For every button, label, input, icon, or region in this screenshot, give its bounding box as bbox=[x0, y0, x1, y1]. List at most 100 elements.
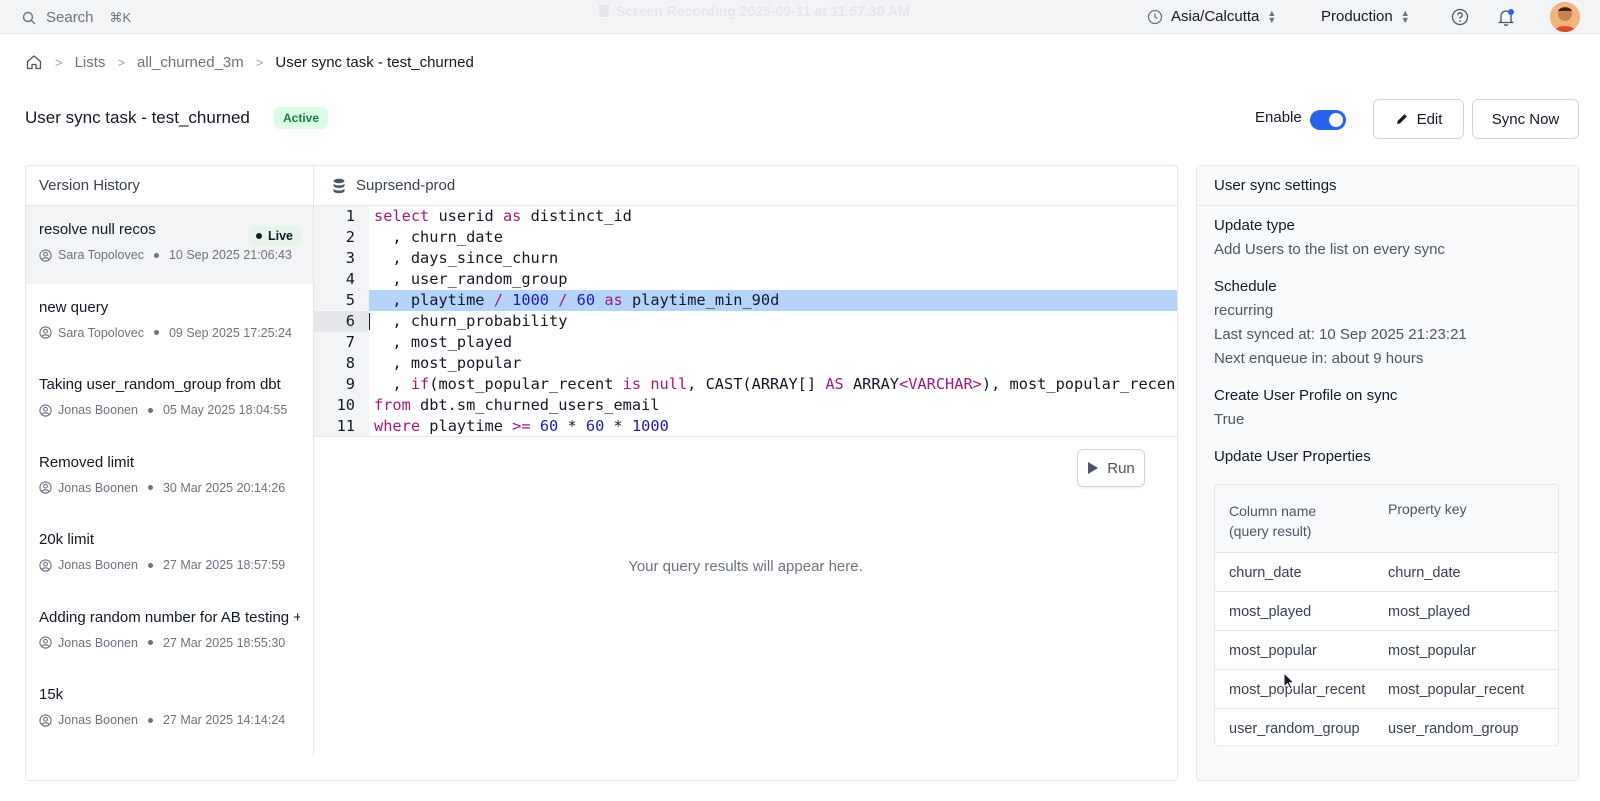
live-badge: Live bbox=[247, 226, 301, 246]
settings-title: User sync settings bbox=[1197, 166, 1578, 206]
timezone-selector[interactable]: Asia/Calcutta ▲ ▼ bbox=[1147, 8, 1276, 25]
notification-bell-icon[interactable] bbox=[1497, 8, 1515, 31]
code-text: , if(most_popular_recent is null, CAST(A… bbox=[374, 375, 1176, 393]
key-cell: most_popular bbox=[1388, 643, 1476, 659]
user-circle-icon bbox=[39, 326, 52, 339]
breadcrumb-lists[interactable]: Lists bbox=[75, 54, 106, 71]
version-author: Jonas Boonen bbox=[58, 480, 138, 495]
run-query-button[interactable]: Run bbox=[1077, 449, 1145, 487]
mouse-pointer-icon bbox=[1283, 672, 1295, 690]
sync-now-label: Sync Now bbox=[1491, 110, 1560, 128]
version-meta: Jonas Boonen 27 Mar 2025 18:57:59 bbox=[39, 558, 300, 572]
code-text: , user_random_group bbox=[374, 270, 568, 288]
version-date: 27 Mar 2025 18:57:59 bbox=[162, 558, 286, 572]
update-type-label: Update type bbox=[1214, 217, 1295, 234]
chevron-updown-icon: ▲ ▼ bbox=[1400, 7, 1410, 25]
version-name: new query bbox=[39, 298, 109, 316]
version-history-title: Version History bbox=[26, 166, 313, 206]
code-text: where playtime >= 60 * 60 * 1000 bbox=[374, 417, 669, 435]
code-line: 1 select userid as distinct_id bbox=[314, 206, 1177, 227]
live-dot-icon bbox=[255, 233, 262, 239]
version-meta: Jonas Boonen 27 Mar 2025 14:14:24 bbox=[39, 713, 300, 727]
enable-label: Enable bbox=[1255, 109, 1302, 126]
line-number: 5 bbox=[314, 290, 369, 311]
version-history: Version History resolve null recos Live … bbox=[26, 166, 314, 756]
table-row: most_played most_played bbox=[1215, 592, 1558, 631]
version-name: Adding random number for AB testing + bbox=[39, 608, 300, 626]
help-icon[interactable] bbox=[1451, 8, 1469, 31]
version-item[interactable]: Taking user_random_group from dbt Jonas … bbox=[26, 361, 313, 439]
version-meta: Jonas Boonen 30 Mar 2025 20:14:26 bbox=[39, 481, 300, 495]
column-cell: most_popular_recent bbox=[1229, 682, 1366, 698]
line-number: 8 bbox=[314, 353, 369, 374]
status-badge: Active bbox=[274, 107, 329, 129]
code-line: 4 , user_random_group bbox=[314, 269, 1177, 290]
version-meta: Sara Topolovec 10 Sep 2025 21:06:43 bbox=[39, 248, 300, 262]
version-item[interactable]: 20k limit Jonas Boonen 27 Mar 2025 18:57… bbox=[26, 516, 313, 594]
key-cell: churn_date bbox=[1388, 565, 1461, 581]
pencil-icon bbox=[1396, 114, 1407, 124]
toggle-knob bbox=[1329, 113, 1343, 127]
version-item[interactable]: 15k Jonas Boonen 27 Mar 2025 14:14:24 bbox=[26, 671, 313, 749]
separator-dot bbox=[153, 330, 159, 335]
search-icon bbox=[22, 11, 36, 24]
update-properties-label: Update User Properties bbox=[1214, 448, 1371, 465]
user-circle-icon bbox=[39, 403, 52, 417]
code-line: 9 , if(most_popular_recent is null, CAST… bbox=[314, 374, 1177, 395]
version-item[interactable]: resolve null recos Live Sara Topolovec 1… bbox=[26, 206, 313, 284]
chevron-right-icon: > bbox=[117, 54, 126, 70]
table-row: most_popular most_popular bbox=[1215, 631, 1558, 670]
version-item[interactable]: Removed limit Jonas Boonen 30 Mar 2025 2… bbox=[26, 439, 313, 517]
line-number: 2 bbox=[314, 227, 369, 248]
version-author: Jonas Boonen bbox=[58, 558, 138, 572]
line-number: 1 bbox=[314, 206, 369, 227]
chevron-right-icon: > bbox=[55, 54, 63, 70]
version-name: Taking user_random_group from dbt bbox=[39, 376, 281, 393]
version-date: 27 Mar 2025 18:55:30 bbox=[162, 635, 286, 650]
code-line: 2 , churn_date bbox=[314, 227, 1177, 248]
version-date: 10 Sep 2025 21:06:43 bbox=[168, 248, 292, 262]
document-icon bbox=[599, 5, 609, 17]
sql-editor-area: Suprsend-prod 1 select userid as distinc… bbox=[314, 166, 1177, 780]
user-avatar[interactable] bbox=[1550, 2, 1580, 32]
version-item[interactable]: new query Sara Topolovec 09 Sep 2025 17:… bbox=[26, 284, 313, 362]
version-date: 27 Mar 2025 14:14:24 bbox=[162, 713, 286, 727]
version-date: 09 Sep 2025 17:25:24 bbox=[168, 325, 292, 340]
column-cell: user_random_group bbox=[1229, 721, 1360, 737]
next-enqueue: Next enqueue in: about 9 hours bbox=[1214, 350, 1424, 367]
code-line-selected: 5 , playtime / 1000 / 60 as playtime_min… bbox=[314, 290, 1177, 311]
code-editor[interactable]: 1 select userid as distinct_id 2 , churn… bbox=[314, 206, 1177, 437]
enable-toggle[interactable] bbox=[1310, 110, 1346, 130]
last-synced: Last synced at: 10 Sep 2025 21:23:21 bbox=[1214, 326, 1467, 343]
key-cell: user_random_group bbox=[1388, 721, 1519, 737]
create-profile-label: Create User Profile on sync bbox=[1214, 387, 1398, 404]
table-row: churn_date churn_date bbox=[1215, 553, 1558, 592]
user-circle-icon bbox=[39, 558, 52, 572]
column-cell: most_popular bbox=[1229, 643, 1317, 659]
code-text: select userid as distinct_id bbox=[374, 207, 632, 225]
page-title: User sync task - test_churned bbox=[25, 108, 250, 127]
table-header: Column name (query result) Property key bbox=[1215, 485, 1558, 553]
code-line: 3 , days_since_churn bbox=[314, 248, 1177, 269]
table-row: user_random_group user_random_group bbox=[1215, 709, 1558, 745]
sync-now-button[interactable]: Sync Now bbox=[1472, 99, 1579, 139]
home-icon[interactable] bbox=[25, 53, 43, 71]
search-label: Search bbox=[46, 9, 94, 26]
separator-dot bbox=[147, 562, 153, 568]
version-item[interactable]: Adding random number for AB testing + Jo… bbox=[26, 594, 313, 672]
edit-button[interactable]: Edit bbox=[1373, 99, 1464, 139]
breadcrumb-list-name[interactable]: all_churned_3m bbox=[137, 54, 244, 71]
version-name: 20k limit bbox=[39, 531, 95, 548]
code-text: , playtime / 1000 / 60 as playtime_min_9… bbox=[369, 290, 1177, 311]
line-number: 11 bbox=[314, 416, 369, 436]
key-cell: most_popular_recent bbox=[1388, 682, 1525, 698]
column-cell: churn_date bbox=[1229, 565, 1302, 581]
play-icon bbox=[1088, 462, 1099, 474]
environment-selector[interactable]: Production ▲ ▼ bbox=[1321, 8, 1410, 25]
recording-title: Screen Recording 2025-09-11 at 11.57.30 … bbox=[598, 3, 910, 19]
global-search[interactable]: Search ⌘K bbox=[22, 9, 131, 26]
code-text: , churn_date bbox=[374, 228, 503, 246]
line-number: 4 bbox=[314, 269, 369, 290]
chevron-updown-icon: ▲ ▼ bbox=[1267, 7, 1277, 25]
code-text: , most_played bbox=[374, 333, 513, 351]
